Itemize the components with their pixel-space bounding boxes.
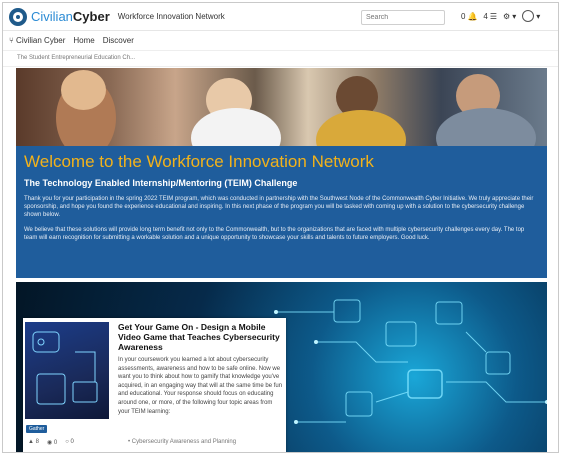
toolbar-icons: 0 🔔 4 ☰ ⚙ ▾ ▾ [461,10,540,22]
views-stat: ◉ 0 [47,439,57,446]
chevron-down-icon: ▾ [512,11,517,21]
members-stat: ▲ 8 [28,439,39,446]
gear-icon: ⚙ [503,11,511,21]
comments-stat: ○ 0 [65,439,74,446]
user-menu[interactable]: ▾ [522,10,540,22]
eye-icon: ◉ [46,440,53,446]
welcome-title: Welcome to the Workforce Innovation Netw… [24,152,374,171]
avatar [522,10,535,22]
settings-button[interactable]: ⚙ ▾ [503,12,516,21]
search-input[interactable] [361,10,445,25]
views-count: 0 [53,440,58,446]
nav-item-home[interactable]: Home [73,36,94,45]
game-controller-image [25,322,109,419]
messages-icon: ☰ [489,11,498,21]
card-stats: ▲ 8 ◉ 0 ○ 0 [28,439,74,446]
brand-prefix: Civilian [31,9,73,24]
topic-tag-label: Cybersecurity Awareness and Planning [131,439,237,445]
top-navbar: CivilianCyber Workforce Innovation Netwo… [3,3,558,31]
challenge-subtitle: The Technology Enabled Internship/Mentor… [24,178,298,188]
nav-item-discover[interactable]: Discover [103,36,134,45]
challenge-card[interactable]: Get Your Game On - Design a Mobile Video… [23,318,286,452]
members-count: 8 [35,439,39,445]
status-badge: Gather [26,425,48,433]
tag-bullet-icon: • [128,439,131,445]
brand-logo[interactable]: CivilianCyber [31,9,110,24]
welcome-section: Welcome to the Workforce Innovation Netw… [16,146,547,278]
nav-brand-label: Civilian Cyber [16,36,66,45]
network-icon: ⑂ [9,36,14,45]
browser-page: CivilianCyber Workforce Innovation Netwo… [2,2,559,453]
messages-button[interactable]: 4 ☰ [483,12,497,21]
challenge-description: In your coursework you learned a lot abo… [118,357,283,415]
welcome-paragraph-2: We believe that these solutions will pro… [24,227,525,241]
messages-count: 4 [483,11,488,21]
notifications-count: 0 [461,11,466,21]
bell-icon: 🔔 [467,11,478,21]
topic-tag[interactable]: • Cybersecurity Awareness and Planning [128,439,236,445]
breadcrumb[interactable]: The Student Entrepreneurial Education Ch… [3,51,558,67]
nav-brand-link[interactable]: ⑂ Civilian Cyber [9,36,65,45]
welcome-paragraph-1: Thank you for your participation in the … [24,196,534,218]
logo-icon[interactable] [9,7,27,26]
notifications-button[interactable]: 0 🔔 [461,12,477,21]
chevron-down-icon: ▾ [536,11,541,21]
comment-icon: ○ [65,439,69,445]
person-icon: ▲ [28,439,34,445]
comments-count: 0 [70,439,74,445]
brand-suffix: Cyber [72,9,110,24]
site-title[interactable]: Workforce Innovation Network [118,12,225,21]
hero-image [16,68,547,146]
challenge-title[interactable]: Get Your Game On - Design a Mobile Video… [118,322,284,352]
secondary-nav: ⑂ Civilian Cyber Home Discover [3,31,558,51]
